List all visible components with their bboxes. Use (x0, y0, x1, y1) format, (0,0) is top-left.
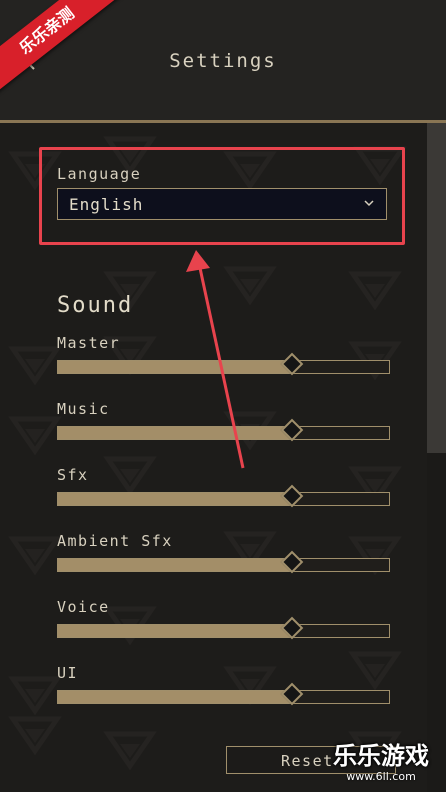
annotation-arrow (186, 250, 245, 469)
watermark-logo: 乐乐游戏 www.6ll.com (322, 742, 440, 788)
settings-screen: Settings Language English Sound Master M… (0, 0, 446, 792)
watermark-title: 乐乐游戏 (333, 742, 429, 770)
watermark-url: www.6ll.com (346, 770, 416, 783)
